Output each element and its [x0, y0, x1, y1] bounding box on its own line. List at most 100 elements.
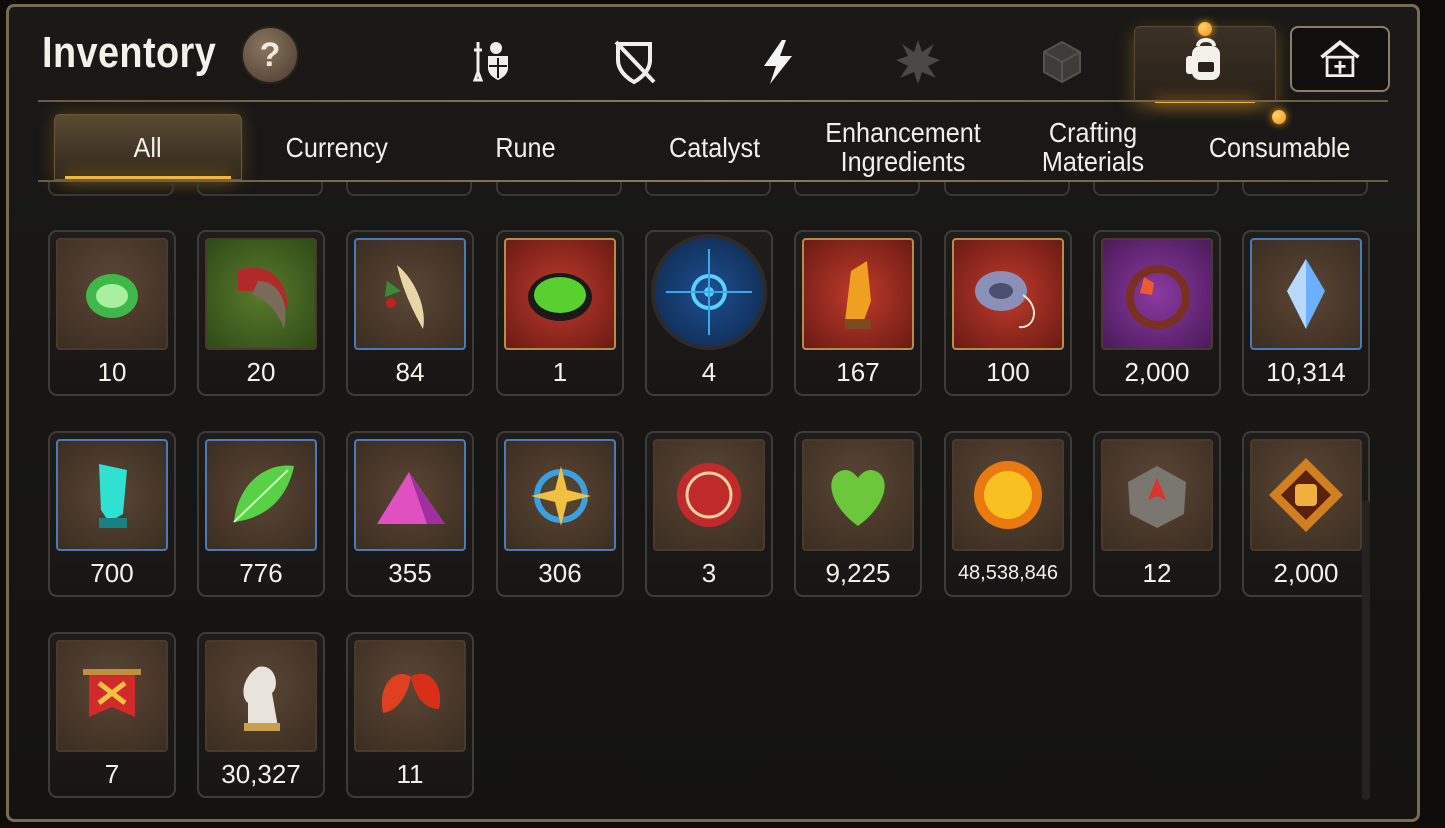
inventory-slot[interactable]: 355	[346, 431, 474, 597]
inventory-slot[interactable]: 10,314	[1242, 230, 1370, 396]
item-art	[56, 640, 168, 752]
amber-crystal-icon	[845, 261, 871, 329]
tab-crafting-materials[interactable]: Crafting Materials	[1010, 114, 1176, 180]
tab-currency[interactable]: Currency	[252, 114, 422, 180]
category-housing-button[interactable]	[1290, 26, 1390, 92]
inventory-slot[interactable]: 20	[197, 230, 325, 396]
stone-compass-icon	[1128, 466, 1186, 528]
backpack-icon	[1186, 38, 1220, 80]
green-leaf-icon	[233, 465, 294, 523]
inventory-slot[interactable]: 700	[48, 431, 176, 597]
item-quantity: 10,314	[1266, 357, 1346, 387]
hidden-row-slot	[48, 182, 174, 196]
item-art	[56, 238, 168, 350]
item-quantity: 20	[246, 357, 276, 387]
item-art	[354, 439, 466, 551]
green-stone-icon	[86, 274, 138, 318]
fist-emblem-icon	[1269, 458, 1343, 532]
item-quantity: 9,225	[825, 558, 891, 588]
tab-catalyst[interactable]: Catalyst	[628, 114, 802, 180]
hidden-row-slot	[645, 182, 771, 196]
item-quantity: 3	[701, 558, 717, 588]
tab-enhancement-ingredients[interactable]: Enhancement Ingredients	[810, 114, 996, 180]
hidden-row-slot	[197, 182, 323, 196]
item-art	[504, 439, 616, 551]
blue-gem-icon	[1287, 259, 1325, 329]
item-quantity: 776	[239, 558, 283, 588]
inventory-slot[interactable]: 48,538,846	[944, 431, 1072, 597]
header-divider	[38, 100, 1388, 102]
knight-shield-icon	[472, 42, 508, 82]
page-title: Inventory	[42, 28, 217, 77]
claw-icon	[238, 267, 288, 329]
inventory-slot[interactable]: 2,000	[1093, 230, 1221, 396]
inventory-slot[interactable]: 9,225	[794, 431, 922, 597]
help-button[interactable]: ?	[241, 26, 299, 84]
item-quantity: 7	[104, 759, 120, 789]
broken-shield-icon	[614, 40, 656, 85]
inventory-slot[interactable]: 4	[645, 230, 773, 396]
teal-crystal-icon	[99, 464, 127, 528]
category-lightning-button[interactable]	[746, 30, 810, 94]
inventory-slot[interactable]: 10	[48, 230, 176, 396]
item-quantity: 1	[552, 357, 568, 387]
category-broken-shield-button[interactable]	[602, 30, 666, 94]
item-art	[1101, 439, 1213, 551]
inventory-slot[interactable]: 776	[197, 431, 325, 597]
item-art	[1250, 238, 1362, 350]
yoyo-icon	[975, 271, 1035, 329]
category-knight-shield-button[interactable]	[460, 30, 524, 94]
item-art	[1250, 439, 1362, 551]
item-art	[56, 439, 168, 551]
inventory-slot[interactable]: 306	[496, 431, 624, 597]
item-quantity: 84	[395, 357, 425, 387]
item-art	[802, 238, 914, 350]
category-burst-button[interactable]	[886, 30, 950, 94]
item-art	[1101, 238, 1213, 350]
item-quantity: 167	[836, 357, 880, 387]
item-quantity: 4	[701, 357, 717, 387]
red-seal-icon	[677, 463, 741, 527]
chess-knight-icon	[243, 666, 280, 731]
red-leaves-icon	[381, 673, 441, 713]
item-art	[205, 640, 317, 752]
item-quantity: 2,000	[1273, 558, 1339, 588]
item-art	[354, 238, 466, 350]
item-art	[653, 439, 765, 551]
inventory-slot[interactable]: 12	[1093, 431, 1221, 597]
inventory-slot[interactable]: 30,327	[197, 632, 325, 798]
green-heart-icon	[831, 470, 885, 526]
cube-icon	[1043, 40, 1081, 84]
item-art	[802, 439, 914, 551]
flower-ring-icon	[1126, 265, 1190, 329]
category-backpack-button[interactable]	[1174, 28, 1238, 92]
tab-consumable[interactable]: Consumable	[1190, 114, 1370, 180]
item-quantity: 11	[396, 759, 424, 789]
star-amulet-icon	[531, 466, 591, 526]
tab-all[interactable]: All	[54, 114, 242, 180]
item-quantity: 100	[986, 357, 1030, 387]
inventory-slot[interactable]: 2,000	[1242, 431, 1370, 597]
item-quantity: 2,000	[1124, 357, 1190, 387]
inventory-slot[interactable]: 7	[48, 632, 176, 798]
inventory-slot[interactable]: 11	[346, 632, 474, 798]
item-quantity: 30,327	[221, 759, 301, 789]
red-banner-icon	[83, 669, 141, 717]
inventory-slot[interactable]: 84	[346, 230, 474, 396]
inventory-slot[interactable]: 100	[944, 230, 1072, 396]
item-art	[205, 238, 317, 350]
item-quantity: 306	[538, 558, 582, 588]
blue-rune-circle-icon	[666, 249, 752, 335]
hidden-row-slot	[346, 182, 472, 196]
green-orb-icon	[528, 273, 592, 321]
tab-rune[interactable]: Rune	[440, 114, 610, 180]
lightning-icon	[764, 40, 792, 84]
hidden-row-slot	[496, 182, 622, 196]
category-cube-button[interactable]	[1030, 30, 1094, 94]
burst-icon	[896, 40, 940, 84]
house-icon	[1320, 40, 1360, 77]
inventory-slot[interactable]: 3	[645, 431, 773, 597]
inventory-slot[interactable]: 1	[496, 230, 624, 396]
inventory-slot[interactable]: 167	[794, 230, 922, 396]
scrollbar[interactable]	[1362, 500, 1370, 800]
